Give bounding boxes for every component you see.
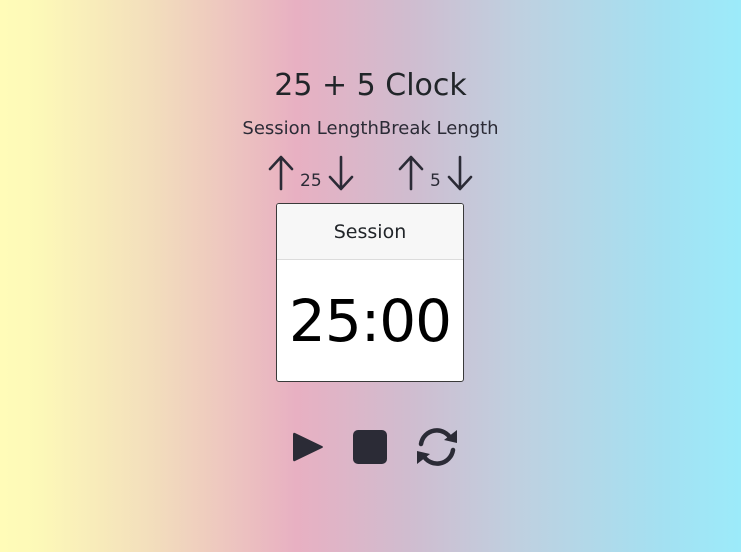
timer-label: Session (277, 204, 463, 260)
play-icon[interactable] (286, 427, 326, 467)
arrow-down-icon[interactable] (445, 153, 475, 193)
break-length-label: Break Length (378, 118, 499, 139)
stop-icon[interactable] (352, 429, 388, 465)
break-length-value: 5 (430, 171, 441, 191)
reset-icon[interactable] (410, 425, 464, 469)
app-title: 25 + 5 Clock (274, 68, 467, 103)
arrow-up-icon[interactable] (266, 153, 296, 193)
arrow-up-icon[interactable] (396, 153, 426, 193)
break-length-control: 5 (396, 153, 475, 193)
arrow-down-icon[interactable] (326, 153, 356, 193)
time-left: 25:00 (288, 287, 452, 355)
timer-card: Session 25:00 (276, 203, 464, 382)
length-labels: Session LengthBreak Length (0, 118, 741, 139)
playback-controls (286, 425, 464, 469)
session-length-control: 25 (266, 153, 356, 193)
session-length-label: Session Length (242, 118, 379, 139)
session-length-value: 25 (300, 171, 322, 191)
